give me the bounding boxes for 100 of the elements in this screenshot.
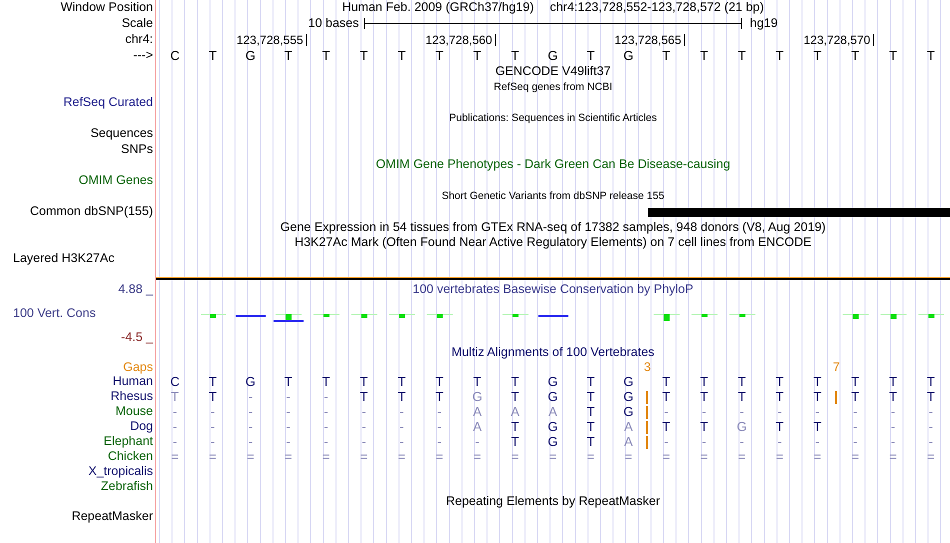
base-letter: T bbox=[510, 390, 520, 404]
base-letter: - bbox=[474, 435, 480, 450]
track-label[interactable]: Layered H3K27Ac bbox=[13, 252, 114, 266]
base-letter: = bbox=[624, 450, 634, 464]
species-label[interactable]: Zebrafish bbox=[100, 480, 153, 494]
track-label[interactable]: RefSeq Curated bbox=[63, 96, 153, 110]
track-title: Repeating Elements by RepeatMasker bbox=[446, 495, 660, 510]
species-label[interactable]: Rhesus bbox=[110, 390, 153, 404]
track-label[interactable]: Sequences bbox=[90, 127, 153, 142]
gap-count: 7 bbox=[832, 360, 841, 375]
base-letter: T bbox=[396, 375, 407, 390]
scale-text: 10 bases bbox=[307, 16, 360, 30]
base-letter: - bbox=[360, 420, 368, 434]
base-letter: T bbox=[358, 48, 369, 64]
axis-min-label: -4.5 _ bbox=[121, 330, 153, 345]
base-letter: = bbox=[661, 450, 672, 464]
base-letter: T bbox=[472, 375, 482, 390]
base-letter: = bbox=[396, 450, 406, 464]
insertion-mark bbox=[835, 390, 838, 404]
base-letter: T bbox=[812, 375, 822, 390]
base-letter: - bbox=[360, 435, 368, 450]
track-label[interactable]: SNPs bbox=[121, 142, 153, 157]
base-letter: - bbox=[436, 435, 443, 450]
track-title: 100 vertebrates Basewise Conservation by PhyloP bbox=[412, 282, 694, 297]
base-letter: T bbox=[208, 390, 218, 404]
base-letter: T bbox=[888, 375, 898, 390]
base-letter: - bbox=[172, 420, 178, 434]
base-letter: T bbox=[586, 390, 596, 404]
row-label: chr4: bbox=[125, 33, 153, 47]
base-letter: - bbox=[172, 435, 178, 450]
base-letter: - bbox=[814, 435, 821, 450]
base-letter: - bbox=[776, 435, 783, 450]
track-label[interactable]: OMIM Genes bbox=[78, 174, 153, 188]
position-tick: 123,728,570 bbox=[685, 34, 874, 46]
base-letter: = bbox=[812, 450, 822, 464]
base-letter: = bbox=[170, 450, 180, 464]
base-letter: - bbox=[852, 405, 858, 420]
base-letter: T bbox=[472, 48, 482, 64]
base-letter: - bbox=[210, 435, 216, 450]
base-letter: T bbox=[396, 390, 407, 404]
insertion-mark bbox=[646, 406, 648, 419]
base-letter: G bbox=[622, 375, 635, 390]
species-label[interactable]: X_tropicalis bbox=[88, 465, 153, 480]
base-letter: G bbox=[736, 420, 748, 434]
base-letter: = bbox=[774, 450, 784, 464]
base-letter: - bbox=[776, 405, 783, 420]
base-letter: - bbox=[172, 405, 178, 420]
species-label[interactable]: Elephant bbox=[104, 435, 153, 450]
species-label[interactable]: Human bbox=[112, 375, 153, 390]
base-letter: T bbox=[850, 48, 860, 64]
base-letter: T bbox=[434, 390, 444, 404]
base-letter: = bbox=[586, 450, 596, 464]
base-letter: T bbox=[208, 48, 218, 64]
base-letter: T bbox=[358, 390, 369, 404]
base-letter: - bbox=[890, 435, 896, 450]
base-letter: = bbox=[926, 450, 936, 464]
track-title: RefSeq genes from NCBI bbox=[494, 82, 612, 94]
species-label[interactable]: Dog bbox=[130, 420, 153, 434]
track-label[interactable]: Common dbSNP(155) bbox=[30, 205, 153, 220]
base-letter: T bbox=[736, 375, 747, 390]
base-letter: G bbox=[546, 375, 559, 390]
assembly-title: Human Feb. 2009 (GRCh37/hg19) bbox=[342, 0, 534, 14]
base-letter: T bbox=[812, 420, 822, 434]
species-label[interactable]: Mouse bbox=[115, 405, 153, 420]
base-letter: T bbox=[699, 420, 710, 434]
base-letter: A bbox=[548, 405, 558, 420]
base-letter: - bbox=[928, 405, 934, 420]
base-letter: T bbox=[434, 375, 444, 390]
base-letter: A bbox=[623, 420, 634, 434]
axis-max-label: 4.88 _ bbox=[118, 282, 153, 296]
track-title: Multiz Alignments of 100 Vertebrates bbox=[452, 346, 654, 360]
base-letter: - bbox=[738, 435, 746, 450]
base-letter: - bbox=[852, 435, 858, 450]
base-letter: G bbox=[471, 390, 484, 404]
base-letter: T bbox=[888, 390, 898, 404]
track-label[interactable]: RepeatMasker bbox=[72, 510, 153, 524]
track-title: Publications: Sequences in Scientific Articles bbox=[449, 112, 657, 124]
base-letter: - bbox=[322, 435, 330, 450]
base-letter: T bbox=[434, 48, 444, 64]
base-letter: T bbox=[850, 375, 860, 390]
strand-arrow: ---> bbox=[133, 49, 153, 63]
base-letter: T bbox=[283, 375, 294, 390]
base-letter: T bbox=[208, 375, 218, 390]
base-letter: - bbox=[247, 420, 254, 434]
base-letter: T bbox=[283, 48, 294, 64]
base-letter: - bbox=[322, 420, 330, 434]
gap-count: 3 bbox=[642, 360, 652, 375]
base-letter: T bbox=[510, 435, 520, 450]
track-label[interactable]: 100 Vert. Cons bbox=[13, 306, 96, 321]
base-letter: - bbox=[398, 420, 405, 434]
base-letter: - bbox=[814, 405, 821, 420]
base-letter: T bbox=[661, 375, 672, 390]
base-letter: - bbox=[436, 420, 443, 434]
base-letter: - bbox=[285, 390, 292, 404]
species-label[interactable]: Chicken bbox=[108, 450, 153, 464]
base-letter: T bbox=[396, 48, 407, 64]
base-letter: - bbox=[663, 405, 670, 420]
base-letter: - bbox=[285, 420, 292, 434]
base-letter: C bbox=[169, 375, 181, 390]
base-letter: T bbox=[170, 390, 180, 404]
